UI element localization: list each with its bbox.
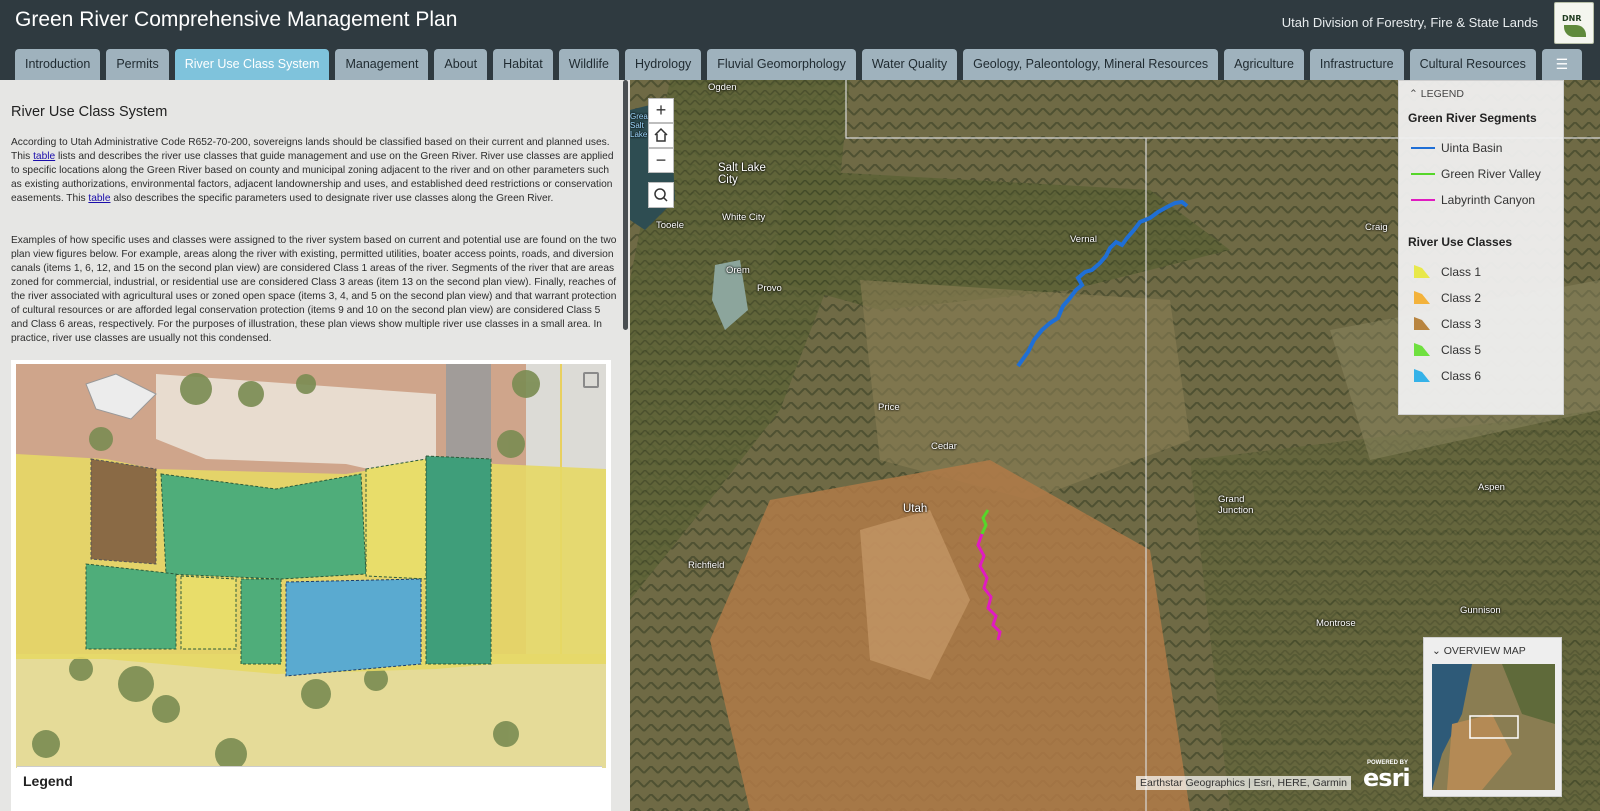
chevron-down-icon: ⌄ <box>1432 645 1441 657</box>
tab-fluvial-geomorphology[interactable]: Fluvial Geomorphology <box>707 49 856 80</box>
place-label-aspen: Aspen <box>1478 482 1505 493</box>
place-label-cedar: Cedar <box>931 441 957 452</box>
tab-about[interactable]: About <box>434 49 488 80</box>
tab-hydrology[interactable]: Hydrology <box>625 49 702 80</box>
place-label-utah: Utah <box>903 503 928 515</box>
overview-heading: OVERVIEW MAP <box>1443 645 1526 657</box>
classes-title: River Use Classes <box>1408 235 1513 249</box>
plan-view-figure[interactable]: Legend <box>11 360 611 811</box>
tab-agriculture[interactable]: Agriculture <box>1224 49 1304 80</box>
dnr-logo: DNR <box>1554 2 1594 44</box>
legend-label: Class 2 <box>1441 291 1482 305</box>
polygon-swatch <box>1414 369 1430 382</box>
map-attribution: Earthstar Geographics | Esri, HERE, Garm… <box>1136 776 1351 790</box>
search-button[interactable] <box>648 182 674 208</box>
overview-map[interactable] <box>1432 664 1555 790</box>
legend-panel: ⌃ LEGEND Green River Segments Uinta Basi… <box>1398 80 1564 415</box>
intro-paragraph: According to Utah Administrative Code R6… <box>11 136 619 206</box>
hamburger-menu-icon: ☰ <box>1555 56 1569 72</box>
esri-wordmark: esri <box>1363 764 1411 792</box>
tab-bar: Introduction Permits River Use Class Syste… <box>15 49 1582 80</box>
polygon-swatch <box>1414 343 1430 356</box>
search-icon <box>654 188 668 202</box>
plan-view-illustration <box>16 364 606 768</box>
panel-scrollbar[interactable] <box>623 80 628 330</box>
legend-label: Uinta Basin <box>1441 141 1503 155</box>
expand-icon[interactable] <box>583 372 599 388</box>
figure-legend-title: Legend <box>23 773 73 789</box>
legend-label: Class 5 <box>1441 343 1482 357</box>
tab-water-quality[interactable]: Water Quality <box>861 49 958 80</box>
app-header: Green River Comprehensive Management Pla… <box>0 0 1600 80</box>
zoom-in-button[interactable]: + <box>648 98 674 123</box>
legend-label: Labyrinth Canyon <box>1441 193 1536 207</box>
place-label-montrose: Montrose <box>1316 618 1356 629</box>
figure-legend: Legend <box>17 766 602 796</box>
tab-wildlife[interactable]: Wildlife <box>558 49 619 80</box>
place-label-ogden: Ogden <box>708 82 737 93</box>
logo-text: DNR <box>1562 14 1582 23</box>
leaf-icon <box>1564 25 1586 37</box>
home-icon <box>654 127 668 142</box>
tab-management[interactable]: Management <box>335 49 429 80</box>
table-link-1[interactable]: table <box>33 151 55 162</box>
story-panel: River Use Class System According to Utah… <box>0 80 630 811</box>
legend-label: Green River Valley <box>1441 167 1541 181</box>
line-swatch <box>1411 173 1435 175</box>
place-label-salt-lake-city: Salt Lake City <box>718 162 766 186</box>
chevron-up-icon: ⌃ <box>1409 88 1418 100</box>
table-link-2[interactable]: table <box>88 193 110 204</box>
tab-geology-paleontology-mineral-resources[interactable]: Geology, Paleontology, Mineral Resources <box>963 49 1219 80</box>
tab-river-use-class-system[interactable]: River Use Class System <box>174 49 330 80</box>
tab-habitat[interactable]: Habitat <box>493 49 553 80</box>
place-label-gunnison: Gunnison <box>1460 605 1501 616</box>
zoom-control: + − <box>648 98 674 173</box>
legend-header[interactable]: ⌃ LEGEND <box>1409 88 1464 100</box>
intro-text-c: also describes the specific parameters u… <box>110 193 554 204</box>
menu-button[interactable]: ☰ <box>1541 49 1582 80</box>
place-label-vernal: Vernal <box>1070 234 1097 245</box>
polygon-swatch <box>1414 265 1430 278</box>
map-view[interactable]: Ogden Great Salt Lake Salt Lake City Tooele… <box>630 80 1600 811</box>
place-label-richfield: Richfield <box>688 560 725 571</box>
section-title: River Use Class System <box>11 104 168 120</box>
tab-introduction[interactable]: Introduction <box>15 49 101 80</box>
tab-permits[interactable]: Permits <box>106 49 169 80</box>
legend-label: Class 3 <box>1441 317 1482 331</box>
overview-imagery <box>1432 664 1555 790</box>
overview-header[interactable]: ⌄ OVERVIEW MAP <box>1432 645 1526 657</box>
place-label-orem: Orem <box>726 265 750 276</box>
polygon-swatch <box>1414 291 1430 304</box>
app-title: Green River Comprehensive Management Pla… <box>15 8 458 31</box>
legend-label: Class 1 <box>1441 265 1482 279</box>
line-swatch <box>1411 147 1435 149</box>
polygon-swatch <box>1414 317 1430 330</box>
tab-cultural-resources[interactable]: Cultural Resources <box>1409 49 1536 80</box>
place-label-price: Price <box>878 402 900 413</box>
overview-map-panel: ⌄ OVERVIEW MAP <box>1423 637 1562 797</box>
place-label-tooele: Tooele <box>656 220 684 231</box>
home-button[interactable] <box>648 123 674 148</box>
place-label-great-salt-lake: Great Salt Lake <box>630 112 651 139</box>
legend-label: Class 6 <box>1441 369 1482 383</box>
zoom-out-button[interactable]: − <box>648 148 674 173</box>
segments-title: Green River Segments <box>1408 111 1537 125</box>
place-label-grand-junction: Grand Junction <box>1218 494 1254 516</box>
agency-name: Utah Division of Forestry, Fire & State … <box>1281 15 1538 30</box>
place-label-craig: Craig <box>1365 222 1388 233</box>
place-label-white-city: White City <box>722 212 766 223</box>
place-label-provo: Provo <box>757 283 782 294</box>
line-swatch <box>1411 199 1435 201</box>
examples-paragraph: Examples of how specific uses and classe… <box>11 235 617 344</box>
legend-heading: LEGEND <box>1420 88 1464 100</box>
tab-infrastructure[interactable]: Infrastructure <box>1309 49 1404 80</box>
